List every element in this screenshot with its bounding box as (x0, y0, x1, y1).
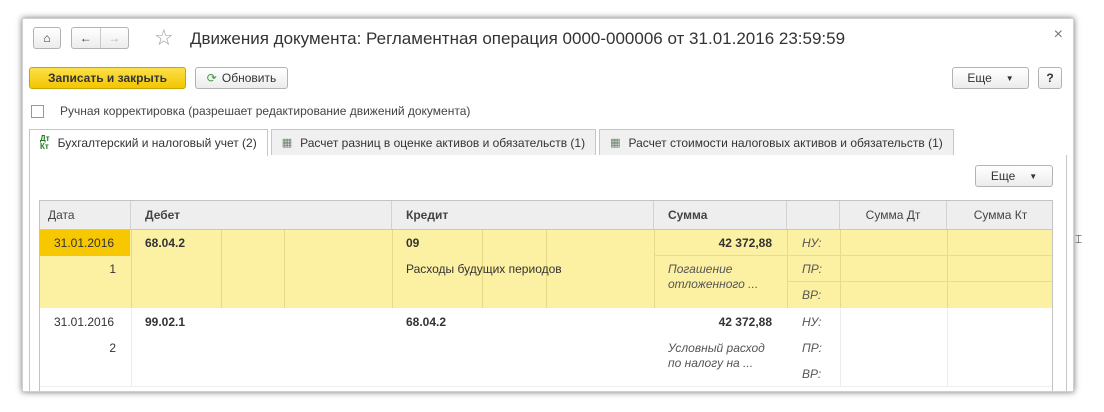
cell-date: 31.01.2016 (54, 236, 115, 250)
table-more-button[interactable]: Еще ▼ (975, 165, 1053, 187)
tab-valuation-differences[interactable]: ▦ Расчет разниц в оценке активов и обяза… (270, 129, 597, 155)
more-button[interactable]: Еще ▼ (952, 67, 1029, 89)
label-nu: НУ: (802, 236, 822, 250)
manual-edit-row: Ручная корректировка (разрешает редактир… (31, 104, 470, 118)
refresh-icon: ⟳ (206, 71, 217, 85)
text-cursor-icon: ⌶ (1075, 232, 1083, 246)
more-label: Еще (967, 71, 992, 85)
back-button[interactable]: ← (72, 28, 100, 48)
label-pr: ПР: (802, 341, 822, 355)
table-icon: ▦ (281, 137, 293, 149)
table-row[interactable]: 31.01.2016 2 99.02.1 68.04.2 42 372,88 У… (40, 309, 1052, 387)
header-date[interactable]: Дата (40, 201, 131, 229)
cell-debit: 68.04.2 (145, 236, 186, 250)
cell-credit: 68.04.2 (406, 315, 447, 329)
cell-content-1: Погашение (668, 262, 733, 276)
table-row[interactable]: 31.01.2016 1 68.04.2 09 Расходы будущих … (40, 230, 1052, 308)
chevron-down-icon: ▼ (1005, 73, 1014, 83)
refresh-button[interactable]: ⟳ Обновить (195, 67, 288, 89)
window-title: Движения документа: Регламентная операци… (190, 29, 846, 48)
home-icon: ⌂ (43, 31, 51, 45)
tabs-bar: Дт Кт Бухгалтерский и налоговый учет (2) … (29, 129, 957, 156)
cell-number: 1 (109, 262, 116, 276)
label-vr: ВР: (802, 367, 822, 381)
label-nu: НУ: (802, 315, 822, 329)
header-credit[interactable]: Кредит (392, 201, 654, 229)
label-vr: ВР: (802, 288, 822, 302)
document-movements-window: ⌂ ← → ☆ Движения документа: Регламентная… (22, 18, 1074, 392)
dt-kt-icon: Дт Кт (40, 134, 50, 151)
header-debit[interactable]: Дебет (131, 201, 392, 229)
table-icon: ▦ (610, 137, 621, 149)
cell-credit-subconto: Расходы будущих периодов (406, 262, 562, 276)
cell-debit: 99.02.1 (145, 315, 186, 329)
manual-edit-label: Ручная корректировка (разрешает редактир… (60, 104, 471, 118)
cell-credit: 09 (406, 236, 420, 250)
manual-edit-checkbox[interactable] (31, 104, 44, 118)
refresh-label: Обновить (221, 71, 277, 85)
header-blank (787, 201, 840, 229)
forward-button[interactable]: → (99, 28, 129, 48)
close-icon[interactable]: × (1054, 26, 1063, 44)
cell-number: 2 (109, 341, 116, 355)
tab-accounting[interactable]: Дт Кт Бухгалтерский и налоговый учет (2) (29, 129, 268, 156)
movements-table: Дата Дебет Кредит Сумма Сумма Дт Сумма К… (39, 200, 1053, 391)
header-sum-dt[interactable]: Сумма Дт (840, 201, 947, 229)
tab-label: Расчет стоимости налоговых активов и обя… (628, 135, 943, 150)
more-label: Еще (990, 169, 1016, 183)
table-header: Дата Дебет Кредит Сумма Сумма Дт Сумма К… (40, 201, 1052, 230)
header-sum-kt[interactable]: Сумма Кт (947, 201, 1052, 229)
cell-content-2: по налогу на ... (668, 356, 754, 370)
cell-content-1: Условный расход (668, 341, 765, 355)
favorite-star-icon[interactable]: ☆ (154, 27, 174, 49)
navigation-buttons: ← → (71, 27, 129, 49)
cell-sum: 42 372,88 (718, 236, 772, 250)
save-and-close-button[interactable]: Записать и закрыть (29, 67, 186, 89)
cell-date: 31.01.2016 (54, 315, 115, 329)
tab-label: Бухгалтерский и налоговый учет (2) (57, 136, 257, 150)
home-button[interactable]: ⌂ (33, 27, 61, 49)
forward-arrow-icon: → (108, 31, 121, 45)
label-pr: ПР: (802, 262, 822, 276)
cell-content-2: отложенного ... (668, 277, 759, 291)
help-button[interactable]: ? (1038, 67, 1062, 89)
header-sum[interactable]: Сумма (654, 201, 787, 229)
tab-tax-assets[interactable]: ▦ Расчет стоимости налоговых активов и о… (599, 129, 954, 155)
chevron-down-icon: ▼ (1029, 171, 1038, 181)
tab-label: Расчет разниц в оценке активов и обязате… (300, 135, 586, 150)
back-arrow-icon: ← (79, 31, 92, 45)
cell-sum: 42 372,88 (718, 315, 772, 329)
